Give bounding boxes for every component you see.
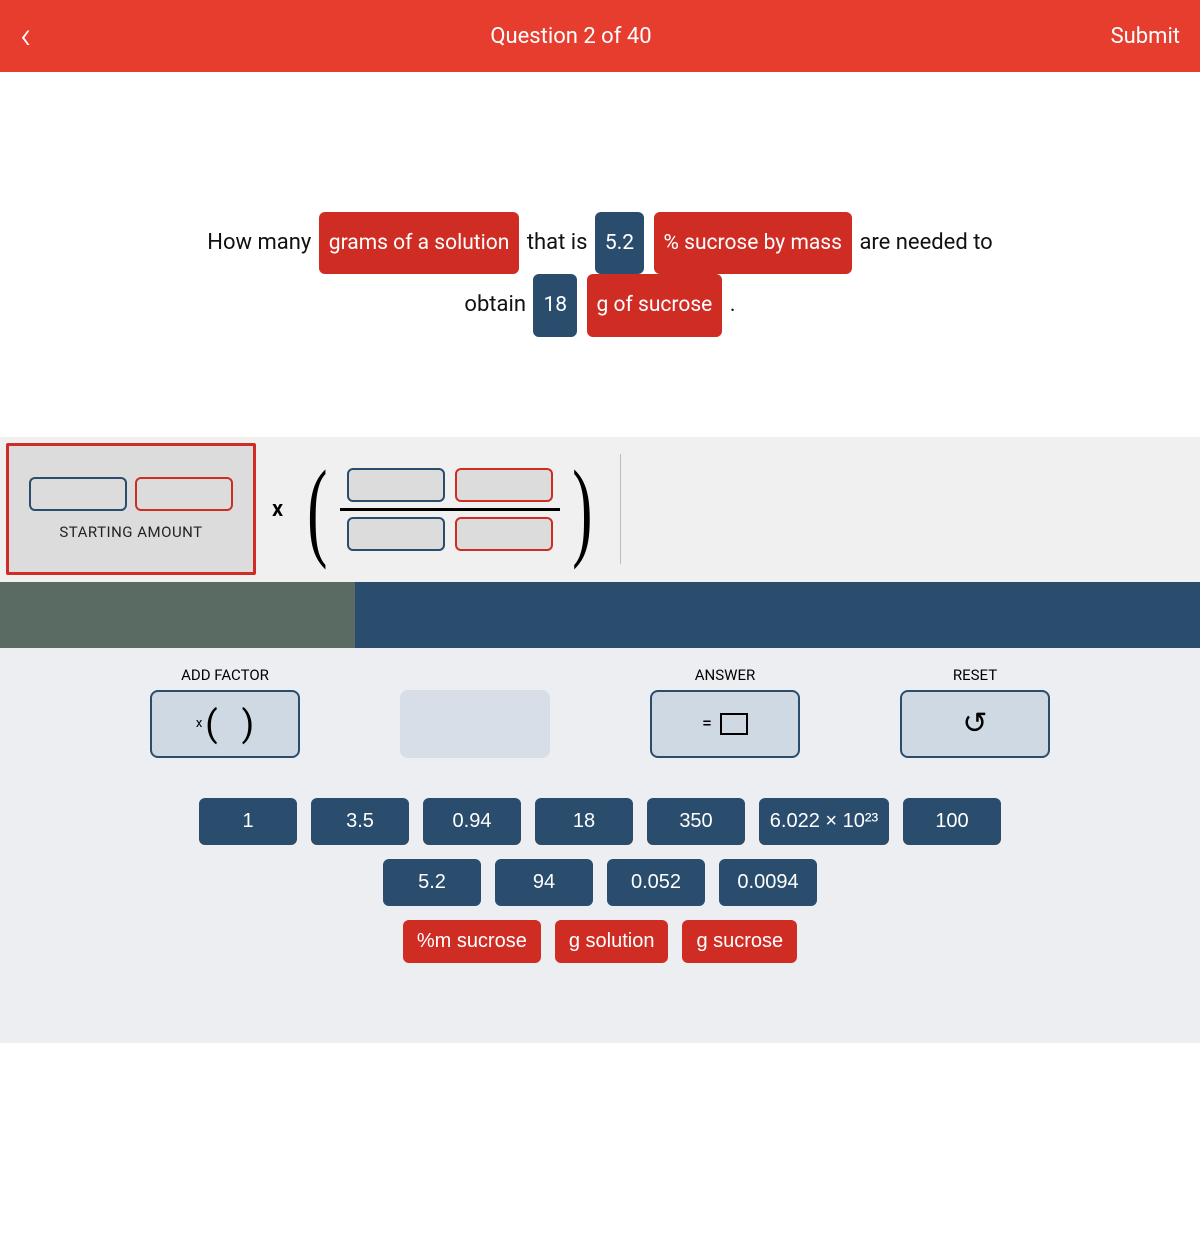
starting-slots xyxy=(29,477,233,511)
chip-g-sucrose: g of sucrose xyxy=(587,274,723,336)
value-button[interactable]: 0.0094 xyxy=(719,859,817,906)
reset-label: RESET xyxy=(953,666,997,684)
back-chevron-icon[interactable]: ‹ xyxy=(20,17,31,55)
question-area: How many grams of a solution that is 5.2… xyxy=(0,72,1200,437)
starting-amount-label: STARTING AMOUNT xyxy=(59,523,202,541)
question-text-0: How many xyxy=(207,230,311,255)
spacer-label xyxy=(473,666,477,684)
values-row-1: 1 3.5 0.94 18 350 6.022 × 10²³ 100 xyxy=(140,798,1060,845)
workspace-divider xyxy=(620,454,621,564)
add-factor-icon: x() xyxy=(196,703,254,745)
chip-percent-sucrose: % sucrose by mass xyxy=(654,212,852,274)
value-button[interactable]: 6.022 × 10²³ xyxy=(759,798,889,845)
reset-col: RESET ↺ xyxy=(900,666,1050,758)
add-factor-label: ADD FACTOR xyxy=(181,666,269,684)
answer-label: ANSWER xyxy=(695,666,755,684)
value-button[interactable]: 3.5 xyxy=(311,798,409,845)
starting-amount-box[interactable]: STARTING AMOUNT xyxy=(6,443,256,575)
value-button[interactable]: 0.052 xyxy=(607,859,705,906)
answer-icon: = xyxy=(702,713,748,735)
starting-value-slot[interactable] xyxy=(29,477,127,511)
submit-button[interactable]: Submit xyxy=(1111,24,1180,49)
value-button[interactable]: 18 xyxy=(535,798,633,845)
add-factor-button[interactable]: x() xyxy=(150,690,300,758)
split-bar-right xyxy=(355,582,1200,648)
denominator-unit-slot[interactable] xyxy=(455,517,553,551)
question-text-2: are needed to xyxy=(859,230,992,255)
times-operator: x xyxy=(272,497,283,522)
value-button[interactable]: 94 xyxy=(495,859,593,906)
value-button[interactable]: 0.94 xyxy=(423,798,521,845)
question-counter: Question 2 of 40 xyxy=(490,24,651,49)
starting-unit-slot[interactable] xyxy=(135,477,233,511)
spacer-button xyxy=(400,690,550,758)
answer-col: ANSWER = xyxy=(650,666,800,758)
split-bar-left xyxy=(0,582,355,648)
value-button[interactable]: 1 xyxy=(199,798,297,845)
numerator-unit-slot[interactable] xyxy=(455,468,553,502)
answer-button[interactable]: = xyxy=(650,690,800,758)
fraction-bar xyxy=(340,508,560,511)
add-factor-col: ADD FACTOR x() xyxy=(150,666,300,758)
values-row-2: 5.2 94 0.052 0.0094 xyxy=(140,859,1060,906)
unit-button[interactable]: %m sucrose xyxy=(403,920,541,963)
value-button[interactable]: 100 xyxy=(903,798,1001,845)
chip-grams-solution: grams of a solution xyxy=(319,212,520,274)
factor-fraction xyxy=(340,468,560,551)
split-bar xyxy=(0,582,1200,648)
unit-button[interactable]: g sucrose xyxy=(682,920,797,963)
unit-row: %m sucrose g solution g sucrose xyxy=(140,920,1060,963)
unit-button[interactable]: g solution xyxy=(555,920,669,963)
control-row: ADD FACTOR x() ANSWER = RESET ↺ xyxy=(140,666,1060,758)
spacer-col xyxy=(400,666,550,758)
numerator-value-slot[interactable] xyxy=(347,468,445,502)
value-button[interactable]: 350 xyxy=(647,798,745,845)
value-button[interactable]: 5.2 xyxy=(383,859,481,906)
chip-5-2: 5.2 xyxy=(595,212,644,274)
workspace-strip: STARTING AMOUNT x ( ) xyxy=(0,437,1200,582)
keypad-area: ADD FACTOR x() ANSWER = RESET ↺ xyxy=(0,648,1200,1043)
factor-group: ( ) xyxy=(299,468,600,551)
question-text-1: that is xyxy=(527,230,588,255)
question-text-3: obtain xyxy=(464,292,526,317)
left-paren-icon: ( xyxy=(307,471,327,548)
denominator-value-slot[interactable] xyxy=(347,517,445,551)
reset-button[interactable]: ↺ xyxy=(900,690,1050,758)
undo-icon: ↺ xyxy=(962,706,987,741)
app-header: ‹ Question 2 of 40 Submit xyxy=(0,0,1200,72)
right-paren-icon: ) xyxy=(572,471,592,548)
question-text: How many grams of a solution that is 5.2… xyxy=(60,212,1140,337)
chip-18: 18 xyxy=(533,274,577,336)
question-text-4: . xyxy=(730,292,736,317)
